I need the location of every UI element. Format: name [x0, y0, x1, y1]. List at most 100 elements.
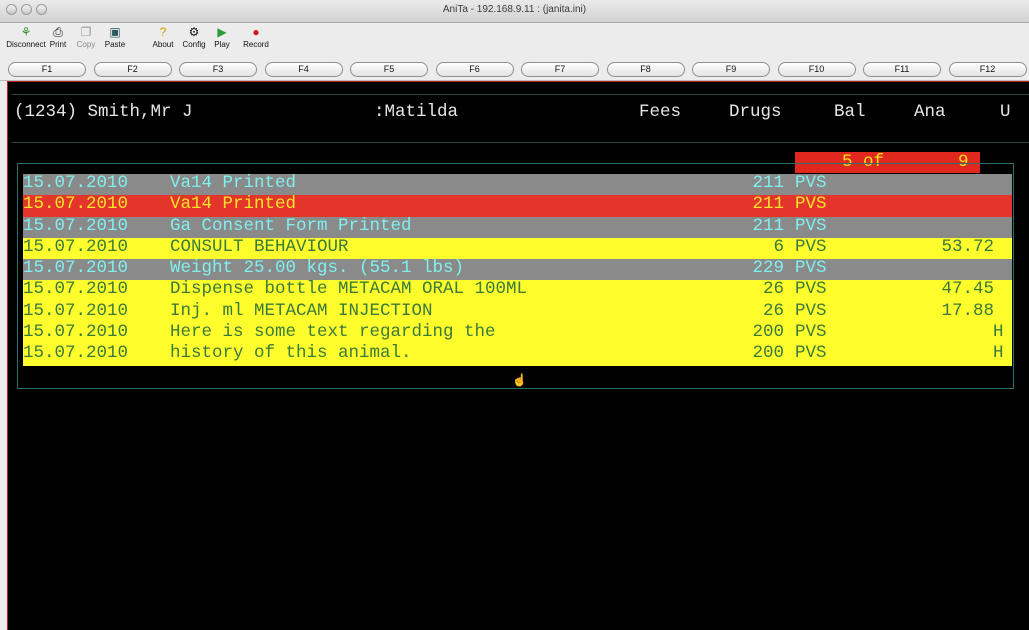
row-code: 211	[752, 215, 784, 236]
row-staff: PVS	[795, 322, 827, 343]
bal-column-header: Bal	[834, 102, 866, 122]
row-date: 15.07.2010	[23, 322, 129, 343]
history-list: 15.07.2010 Va14 Printed 211 PVS 15.07.2010 Va…	[23, 173, 1012, 366]
function-key-bar: F1 F2 F3 F4 F5 F6 F7 F8 F9 F10 F11 F12	[0, 60, 1029, 81]
print-icon: ⎙	[53, 25, 63, 39]
config-icon: ⚙	[188, 25, 200, 39]
paste-icon: ▣	[109, 25, 121, 39]
fkey-f12[interactable]: F12	[948, 62, 1027, 77]
u-column-header: U	[1000, 102, 1011, 122]
row-description: Inj. ml METACAM INJECTION	[170, 300, 433, 321]
row-date: 15.07.2010	[23, 300, 129, 321]
row-code: 26	[762, 300, 784, 321]
window-titlebar: AniTa - 192.168.9.11 : (janita.ini)	[0, 0, 1029, 23]
toolbar: ⚘ Disconnect ⎙ Print ❐ Copy ▣ Paste? About ⚙ Confi…	[0, 23, 1029, 59]
fkey-f6[interactable]: F6	[435, 62, 514, 77]
row-date: 15.07.2010	[23, 279, 129, 300]
paste-button[interactable]: ▣ Paste	[101, 24, 129, 49]
fkey-f8[interactable]: F8	[606, 62, 685, 77]
drugs-column-header: Drugs	[729, 102, 782, 122]
fees-column-header: Fees	[639, 102, 682, 122]
fkey-f7[interactable]: F7	[521, 62, 599, 77]
row-code: 200	[752, 322, 784, 343]
toolbar-label: Paste	[104, 40, 126, 49]
row-description: CONSULT BEHAVIOUR	[170, 236, 349, 257]
row-code: 211	[752, 173, 784, 193]
row-date: 15.07.2010	[23, 236, 129, 257]
play-button[interactable]: ▶ Play	[211, 24, 233, 49]
row-code: 211	[752, 194, 784, 215]
toolbar-label: Disconnect	[6, 40, 46, 49]
history-row[interactable]: 15.07.2010 Va14 Printed 211 PVS	[23, 194, 1012, 217]
fkey-f1[interactable]: F1	[8, 62, 86, 77]
row-flag: H	[993, 322, 1004, 343]
disconnect-icon: ⚘	[20, 25, 32, 39]
row-amount: 17.88	[941, 300, 994, 321]
fkey-f3[interactable]: F3	[179, 62, 257, 77]
window-title: AniTa - 192.168.9.11 : (janita.ini)	[442, 4, 587, 15]
terminal-screen[interactable]: (1234) Smith,Mr J :Matilda Fees Drugs Ba…	[7, 81, 1029, 630]
mouse-cursor-icon: ☝	[512, 373, 527, 387]
history-row[interactable]: 15.07.2010 Ga Consent Form Printed 211 PVS	[23, 215, 1012, 238]
fkey-f10[interactable]: F10	[777, 62, 856, 77]
row-staff: PVS	[795, 258, 827, 279]
row-date: 15.07.2010	[23, 194, 129, 215]
row-code: 6	[773, 236, 784, 257]
row-description: history of this animal.	[170, 343, 412, 364]
config-button[interactable]: ⚙ Config	[178, 24, 210, 49]
row-staff: PVS	[795, 173, 827, 193]
row-staff: PVS	[795, 300, 827, 321]
client-name: (1234) Smith,Mr J	[14, 102, 193, 122]
about-icon: ?	[159, 25, 167, 39]
disconnect-button[interactable]: ⚘ Disconnect	[6, 24, 46, 49]
row-date: 15.07.2010	[23, 215, 129, 236]
toolbar-label: Record	[243, 40, 269, 49]
row-staff: PVS	[795, 194, 827, 215]
history-row[interactable]: 15.07.2010 Va14 Printed 211 PVS	[23, 173, 1012, 196]
row-amount: 53.72	[941, 236, 994, 257]
row-amount: 47.45	[941, 279, 994, 300]
row-date: 15.07.2010	[23, 173, 129, 193]
row-date: 15.07.2010	[23, 258, 129, 279]
history-row[interactable]: 15.07.2010 CONSULT BEHAVIOUR 6 PVS 53.72	[23, 236, 1012, 260]
row-description: Weight 25.00 kgs. (55.1 lbs)	[170, 258, 465, 279]
row-date: 15.07.2010	[23, 343, 129, 364]
row-description: Here is some text regarding the	[170, 322, 496, 343]
toolbar-label: Copy	[76, 40, 96, 49]
fkey-f5[interactable]: F5	[350, 62, 428, 77]
row-description: Va14 Printed	[170, 194, 297, 215]
copy-icon: ❐	[80, 25, 92, 39]
toolbar-label: About	[152, 40, 174, 49]
history-row[interactable]: 15.07.2010 Weight 25.00 kgs. (55.1 lbs) 22…	[23, 258, 1012, 281]
print-button[interactable]: ⎙ Print	[44, 24, 72, 49]
row-description: Dispense bottle METACAM ORAL 100ML	[170, 279, 528, 300]
copy-button[interactable]: ❐ Copy	[74, 24, 98, 49]
fkey-f4[interactable]: F4	[264, 62, 343, 77]
animal-name: :Matilda	[374, 102, 459, 122]
toolbar-label: Print	[49, 40, 67, 49]
ana-column-header: Ana	[914, 102, 946, 122]
row-staff: PVS	[795, 215, 827, 236]
play-icon: ▶	[217, 25, 227, 39]
record-icon: ●	[252, 25, 260, 39]
row-flag: H	[993, 343, 1004, 364]
about-button[interactable]: ? About	[147, 24, 179, 49]
row-staff: PVS	[795, 279, 827, 300]
fkey-f2[interactable]: F2	[93, 62, 172, 77]
row-code: 26	[762, 279, 784, 300]
fkey-f9[interactable]: F9	[692, 62, 770, 77]
toolbar-label: Config	[182, 40, 206, 49]
history-row[interactable]: 15.07.2010 history of this animal. 200 PVS H	[23, 343, 1012, 366]
row-description: Va14 Printed	[170, 173, 297, 193]
row-staff: PVS	[795, 236, 827, 257]
history-row[interactable]: 15.07.2010 Inj. ml METACAM INJECTION 26 PVS…	[23, 300, 1012, 324]
row-code: 200	[752, 343, 784, 364]
toolbar-label: Play	[214, 40, 230, 49]
history-row[interactable]: 15.07.2010 Here is some text regarding th…	[23, 322, 1012, 345]
row-staff: PVS	[795, 343, 827, 364]
history-row[interactable]: 15.07.2010 Dispense bottle METACAM ORAL 1…	[23, 279, 1012, 302]
row-code: 229	[752, 258, 784, 279]
fkey-f11[interactable]: F11	[863, 62, 941, 77]
row-description: Ga Consent Form Printed	[170, 215, 412, 236]
record-button[interactable]: ● Record	[238, 24, 274, 49]
